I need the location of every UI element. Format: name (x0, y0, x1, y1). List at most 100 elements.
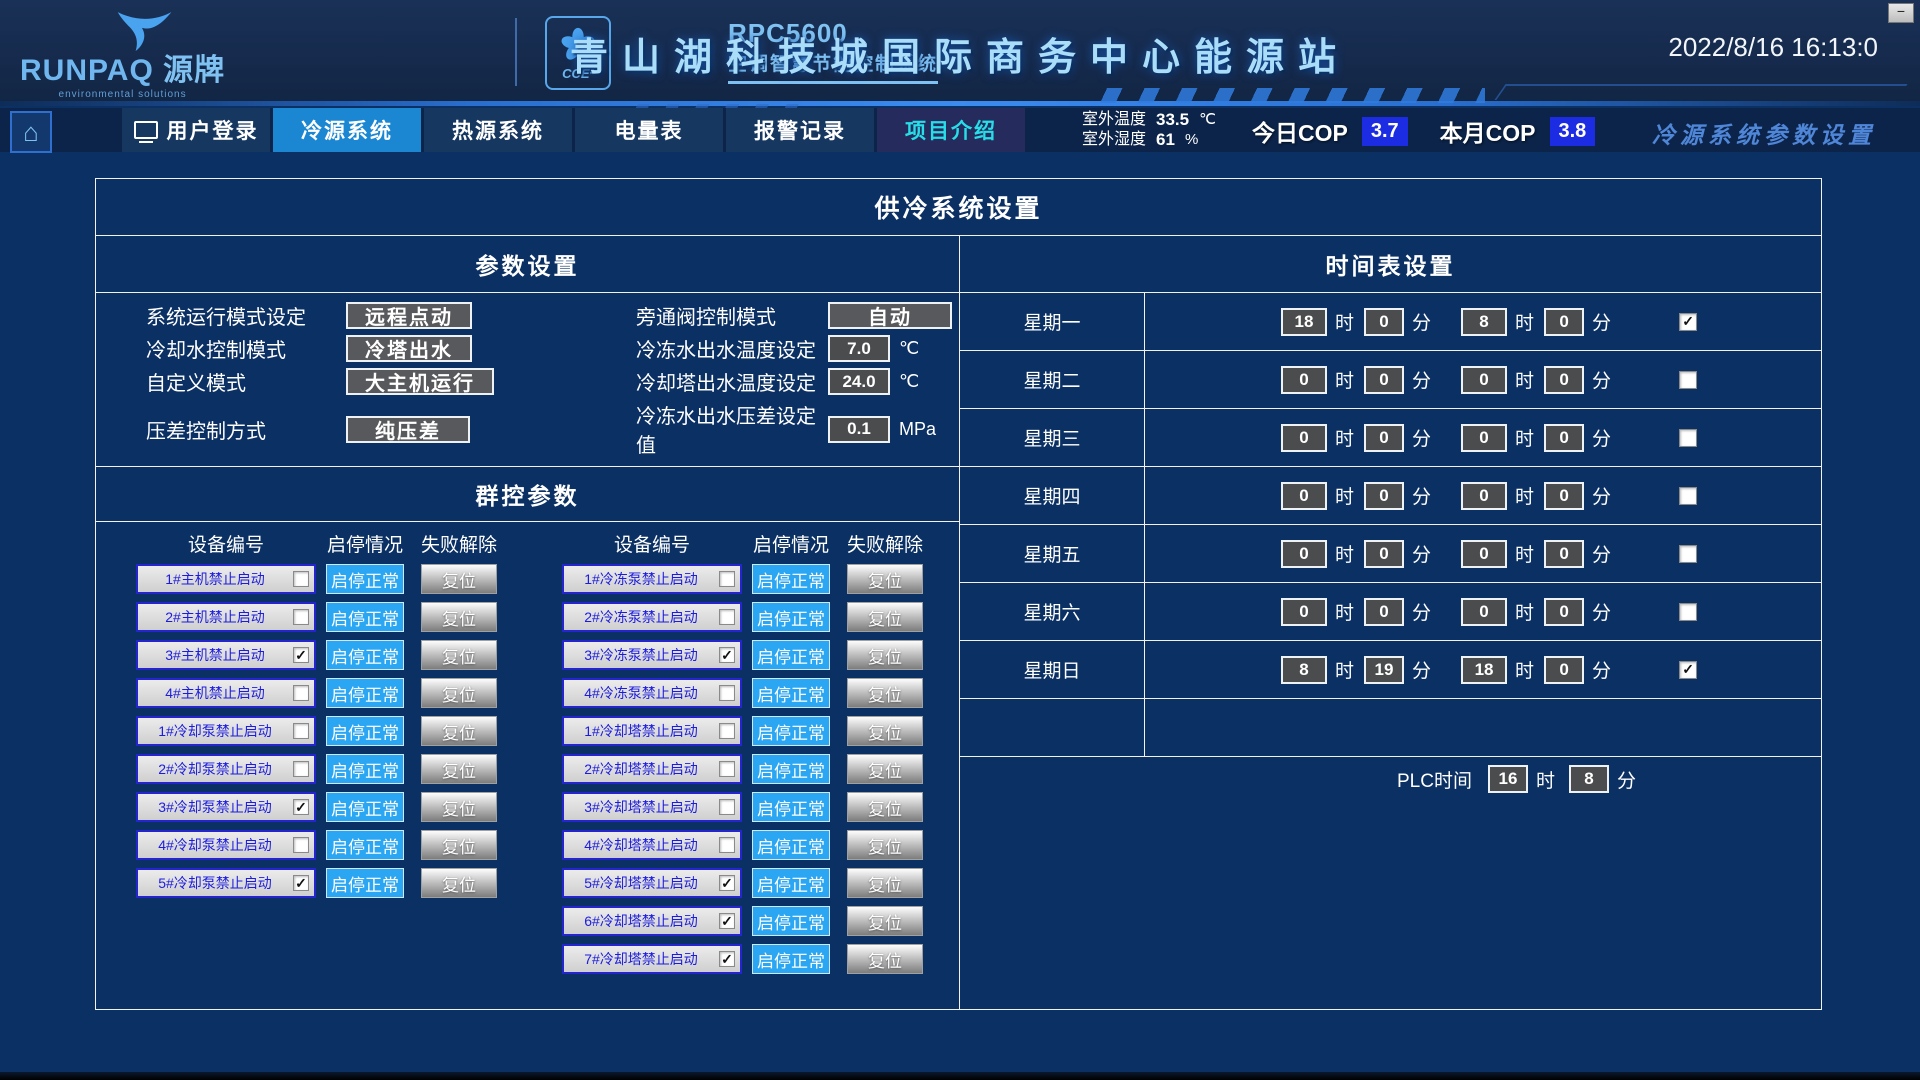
schedule-enable-checkbox[interactable]: ✓ (1679, 313, 1697, 331)
on-minute-box[interactable]: 0 (1364, 540, 1404, 568)
device-checkbox[interactable] (293, 723, 309, 739)
device-checkbox[interactable]: ✓ (293, 875, 309, 891)
schedule-enable-checkbox[interactable] (1679, 429, 1697, 447)
pressure-diff-mode-button[interactable]: 纯压差 (346, 416, 470, 443)
nav-tab-5[interactable]: 报警记录 (726, 108, 874, 152)
device-disable-toggle[interactable]: 3#冷却泵禁止启动✓ (136, 792, 316, 822)
device-disable-toggle[interactable]: 1#冷冻泵禁止启动 (562, 564, 742, 594)
bypass-valve-mode-button[interactable]: 自动 (828, 302, 952, 329)
on-hour-box[interactable]: 0 (1281, 540, 1327, 568)
on-minute-box[interactable]: 0 (1364, 482, 1404, 510)
on-hour-box[interactable]: 0 (1281, 424, 1327, 452)
on-minute-box[interactable]: 0 (1364, 598, 1404, 626)
tower-outlet-temp-setpoint[interactable]: 24.0 (828, 368, 890, 395)
device-disable-toggle[interactable]: 5#冷却塔禁止启动✓ (562, 868, 742, 898)
start-stop-status-button[interactable]: 启停正常 (752, 830, 830, 860)
nav-tab-1[interactable]: 用户登录 (122, 108, 270, 152)
start-stop-status-button[interactable]: 启停正常 (326, 868, 404, 898)
home-button[interactable]: ⌂ (10, 111, 52, 153)
device-disable-toggle[interactable]: 1#冷却塔禁止启动 (562, 716, 742, 746)
device-disable-toggle[interactable]: 4#冷冻泵禁止启动 (562, 678, 742, 708)
device-checkbox[interactable] (719, 799, 735, 815)
device-checkbox[interactable] (719, 685, 735, 701)
device-disable-toggle[interactable]: 3#主机禁止启动✓ (136, 640, 316, 670)
custom-mode-button[interactable]: 大主机运行 (346, 368, 494, 395)
reset-button[interactable]: 复位 (847, 564, 923, 594)
on-hour-box[interactable]: 0 (1281, 366, 1327, 394)
off-minute-box[interactable]: 0 (1544, 424, 1584, 452)
device-checkbox[interactable] (293, 761, 309, 777)
device-checkbox[interactable]: ✓ (293, 647, 309, 663)
reset-button[interactable]: 复位 (847, 716, 923, 746)
off-hour-box[interactable]: 0 (1461, 424, 1507, 452)
off-hour-box[interactable]: 8 (1461, 308, 1507, 336)
device-disable-toggle[interactable]: 4#冷却泵禁止启动 (136, 830, 316, 860)
on-minute-box[interactable]: 19 (1364, 656, 1404, 684)
off-minute-box[interactable]: 0 (1544, 308, 1584, 336)
device-disable-toggle[interactable]: 3#冷却塔禁止启动 (562, 792, 742, 822)
device-checkbox[interactable] (293, 609, 309, 625)
reset-button[interactable]: 复位 (421, 868, 497, 898)
device-checkbox[interactable] (719, 761, 735, 777)
minimize-button[interactable]: − (1888, 3, 1914, 23)
start-stop-status-button[interactable]: 启停正常 (752, 678, 830, 708)
reset-button[interactable]: 复位 (847, 754, 923, 784)
start-stop-status-button[interactable]: 启停正常 (326, 792, 404, 822)
device-checkbox[interactable] (719, 723, 735, 739)
off-hour-box[interactable]: 18 (1461, 656, 1507, 684)
on-minute-box[interactable]: 0 (1364, 424, 1404, 452)
start-stop-status-button[interactable]: 启停正常 (326, 678, 404, 708)
reset-button[interactable]: 复位 (421, 716, 497, 746)
start-stop-status-button[interactable]: 启停正常 (752, 564, 830, 594)
device-disable-toggle[interactable]: 3#冷冻泵禁止启动✓ (562, 640, 742, 670)
reset-button[interactable]: 复位 (847, 830, 923, 860)
device-disable-toggle[interactable]: 1#主机禁止启动 (136, 564, 316, 594)
device-disable-toggle[interactable]: 2#冷冻泵禁止启动 (562, 602, 742, 632)
device-disable-toggle[interactable]: 2#冷却塔禁止启动 (562, 754, 742, 784)
start-stop-status-button[interactable]: 启停正常 (326, 640, 404, 670)
reset-button[interactable]: 复位 (421, 678, 497, 708)
schedule-enable-checkbox[interactable] (1679, 487, 1697, 505)
on-hour-box[interactable]: 0 (1281, 482, 1327, 510)
off-hour-box[interactable]: 0 (1461, 366, 1507, 394)
start-stop-status-button[interactable]: 启停正常 (752, 906, 830, 936)
reset-button[interactable]: 复位 (421, 564, 497, 594)
nav-tab-3[interactable]: 热源系统 (424, 108, 572, 152)
start-stop-status-button[interactable]: 启停正常 (326, 830, 404, 860)
reset-button[interactable]: 复位 (421, 792, 497, 822)
nav-tab-4[interactable]: 电量表 (575, 108, 723, 152)
off-minute-box[interactable]: 0 (1544, 598, 1584, 626)
on-minute-box[interactable]: 0 (1364, 366, 1404, 394)
device-checkbox[interactable] (293, 685, 309, 701)
device-checkbox[interactable]: ✓ (293, 799, 309, 815)
start-stop-status-button[interactable]: 启停正常 (752, 944, 830, 974)
device-checkbox[interactable] (719, 571, 735, 587)
start-stop-status-button[interactable]: 启停正常 (326, 564, 404, 594)
device-checkbox[interactable] (719, 609, 735, 625)
on-hour-box[interactable]: 8 (1281, 656, 1327, 684)
device-disable-toggle[interactable]: 4#主机禁止启动 (136, 678, 316, 708)
device-disable-toggle[interactable]: 2#冷却泵禁止启动 (136, 754, 316, 784)
off-minute-box[interactable]: 0 (1544, 482, 1584, 510)
schedule-enable-checkbox[interactable] (1679, 545, 1697, 563)
reset-button[interactable]: 复位 (847, 678, 923, 708)
device-checkbox[interactable] (293, 571, 309, 587)
off-minute-box[interactable]: 0 (1544, 366, 1584, 394)
device-disable-toggle[interactable]: 6#冷却塔禁止启动✓ (562, 906, 742, 936)
cooling-water-mode-button[interactable]: 冷塔出水 (346, 335, 472, 362)
device-checkbox[interactable]: ✓ (719, 875, 735, 891)
reset-button[interactable]: 复位 (421, 754, 497, 784)
start-stop-status-button[interactable]: 启停正常 (752, 792, 830, 822)
reset-button[interactable]: 复位 (421, 602, 497, 632)
device-checkbox[interactable]: ✓ (719, 913, 735, 929)
on-minute-box[interactable]: 0 (1364, 308, 1404, 336)
start-stop-status-button[interactable]: 启停正常 (752, 754, 830, 784)
device-disable-toggle[interactable]: 7#冷却塔禁止启动✓ (562, 944, 742, 974)
reset-button[interactable]: 复位 (421, 830, 497, 860)
on-hour-box[interactable]: 0 (1281, 598, 1327, 626)
off-hour-box[interactable]: 0 (1461, 598, 1507, 626)
system-run-mode-button[interactable]: 远程点动 (346, 302, 472, 329)
start-stop-status-button[interactable]: 启停正常 (326, 716, 404, 746)
off-hour-box[interactable]: 0 (1461, 540, 1507, 568)
start-stop-status-button[interactable]: 启停正常 (752, 602, 830, 632)
